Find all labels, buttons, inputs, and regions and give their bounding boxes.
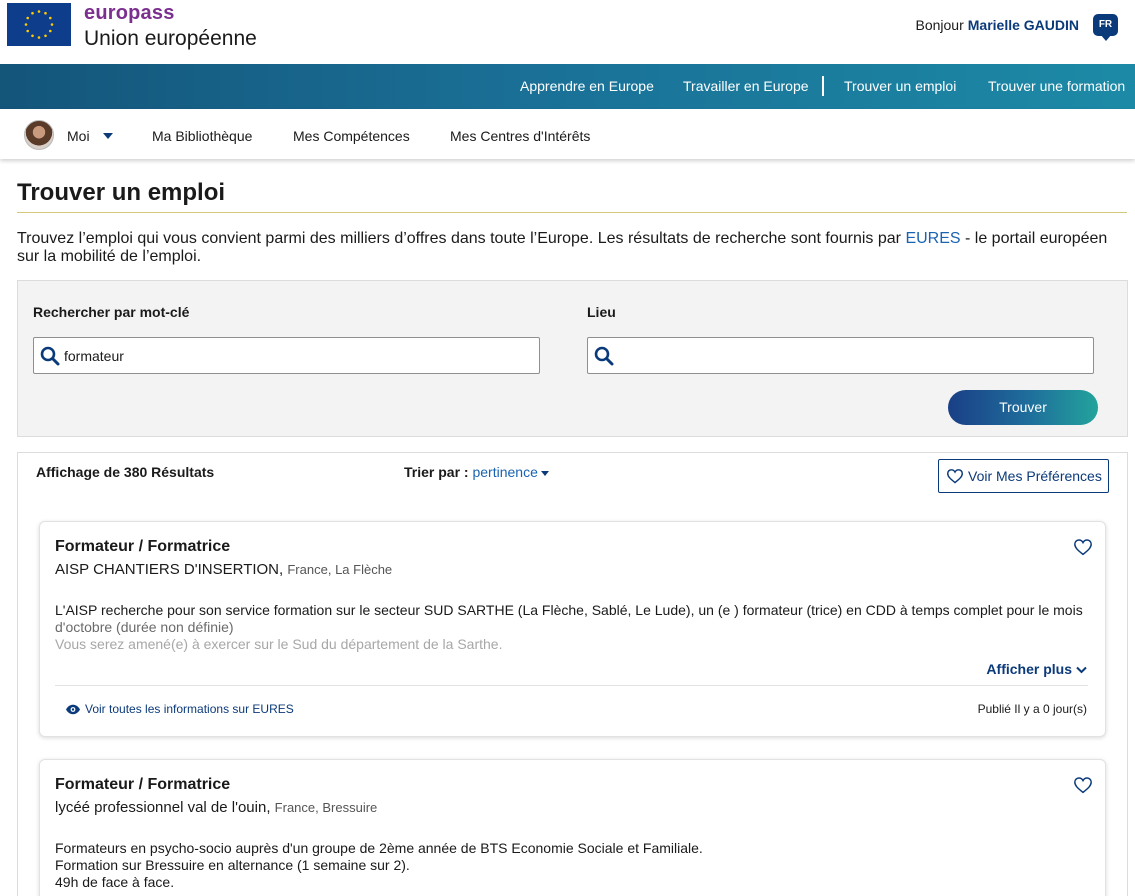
- brand-name[interactable]: europass: [84, 2, 175, 25]
- sub-nav-library[interactable]: Ma Bibliothèque: [152, 128, 252, 144]
- keyword-label: Rechercher par mot-clé: [33, 304, 190, 320]
- keyword-field[interactable]: [33, 337, 540, 374]
- favorite-heart-icon[interactable]: [1073, 776, 1093, 794]
- intro-text: Trouvez l’emploi qui vous convient parmi…: [17, 230, 1127, 266]
- avatar[interactable]: [24, 120, 54, 150]
- chevron-down-icon: [1076, 667, 1087, 674]
- search-panel: Rechercher par mot-clé Lieu Trouver: [17, 280, 1128, 437]
- sub-nav-interests[interactable]: Mes Centres d'Intérêts: [450, 128, 590, 144]
- job-card[interactable]: Formateur / Formatrice AISP CHANTIERS D'…: [39, 521, 1106, 737]
- language-selector[interactable]: FR: [1093, 14, 1118, 41]
- brand-subtitle: Union européenne: [84, 27, 257, 50]
- view-preferences-label: Voir Mes Préférences: [968, 468, 1102, 484]
- job-title[interactable]: Formateur / Formatrice: [55, 538, 230, 556]
- published-date: Publié Il y a 0 jour(s): [977, 702, 1087, 716]
- favorite-heart-icon[interactable]: [1073, 538, 1093, 556]
- job-country: France: [287, 562, 328, 577]
- eu-flag-logo[interactable]: [7, 3, 71, 46]
- show-more-button[interactable]: Afficher plus: [986, 661, 1087, 677]
- location-label: Lieu: [587, 304, 616, 320]
- sort-label: Trier par :: [404, 464, 469, 480]
- eu-stars-icon: [7, 3, 71, 46]
- company-name: AISP CHANTIERS D'INSERTION,: [55, 561, 284, 578]
- heart-icon: [946, 469, 964, 484]
- desc-line: Formation sur Bressuire en alternance (1…: [55, 857, 410, 873]
- caret-down-icon[interactable]: [540, 470, 549, 476]
- title-divider: [17, 212, 1127, 213]
- desc-line: L'AISP recherche pour son service format…: [55, 602, 1083, 618]
- sub-nav-skills[interactable]: Mes Compétences: [293, 128, 410, 144]
- nav-find-training[interactable]: Trouver une formation: [988, 78, 1125, 94]
- job-company: lycéé professionnel val de l'ouin, Franc…: [55, 799, 378, 816]
- user-greeting: Bonjour Marielle GAUDIN: [915, 17, 1079, 33]
- card-divider: [55, 685, 1088, 686]
- job-country: France: [274, 800, 316, 815]
- job-card[interactable]: Formateur / Formatrice lycéé professionn…: [39, 759, 1106, 896]
- view-preferences-button[interactable]: Voir Mes Préférences: [938, 459, 1109, 493]
- desc-line: Vous serez amené(e) à exercer sur le Sud…: [55, 636, 503, 652]
- desc-line: d'octobre (durée non définie): [55, 619, 234, 635]
- sub-nav: Moi Ma Bibliothèque Mes Compétences Mes …: [0, 109, 1135, 159]
- sort-dropdown[interactable]: pertinence: [472, 464, 537, 480]
- page-title: Trouver un emploi: [17, 179, 226, 206]
- nav-divider: [822, 76, 824, 96]
- company-name: lycéé professionnel val de l'ouin,: [55, 799, 271, 816]
- desc-line: 49h de face à face.: [55, 874, 175, 890]
- language-code: FR: [1093, 14, 1118, 36]
- job-description: L'AISP recherche pour son service format…: [55, 602, 1085, 653]
- search-icon: [40, 346, 60, 366]
- nav-work-in-europe[interactable]: Travailler en Europe: [683, 78, 809, 94]
- show-more-label: Afficher plus: [986, 661, 1072, 677]
- keyword-input[interactable]: [64, 338, 524, 373]
- eures-details-link[interactable]: Voir toutes les informations sur EURES: [65, 702, 294, 716]
- user-name[interactable]: Marielle GAUDIN: [968, 17, 1079, 33]
- job-company: AISP CHANTIERS D'INSERTION, France, La F…: [55, 561, 393, 578]
- main-nav: Apprendre en Europe Travailler en Europe…: [0, 64, 1135, 109]
- nav-learn-in-europe[interactable]: Apprendre en Europe: [520, 78, 654, 94]
- job-title[interactable]: Formateur / Formatrice: [55, 776, 230, 794]
- intro-before: Trouvez l’emploi qui vous convient parmi…: [17, 230, 906, 247]
- me-menu[interactable]: Moi: [67, 128, 90, 144]
- results-panel: Affichage de 380 Résultats Trier par : p…: [17, 452, 1128, 896]
- eures-details-label: Voir toutes les informations sur EURES: [85, 702, 294, 716]
- nav-find-job[interactable]: Trouver un emploi: [844, 78, 956, 94]
- location-input[interactable]: [618, 338, 1078, 373]
- greeting-text: Bonjour: [915, 17, 964, 33]
- find-button[interactable]: Trouver: [948, 390, 1098, 425]
- sort-control: Trier par : pertinence: [404, 464, 549, 480]
- speech-bubble-tail-icon: [1100, 34, 1112, 41]
- job-city: La Flèche: [335, 562, 393, 577]
- top-header: europass Union européenne Bonjour Mariell…: [0, 0, 1135, 64]
- job-description: Formateurs en psycho-socio auprès d'un g…: [55, 840, 1085, 891]
- location-field[interactable]: [587, 337, 1094, 374]
- results-count: Affichage de 380 Résultats: [36, 464, 215, 480]
- job-city: Bressuire: [322, 800, 378, 815]
- chevron-down-icon[interactable]: [103, 133, 113, 139]
- eye-icon: [66, 705, 80, 715]
- search-icon: [594, 346, 614, 366]
- eures-intro-link[interactable]: EURES: [905, 230, 960, 247]
- desc-line: Formateurs en psycho-socio auprès d'un g…: [55, 840, 703, 856]
